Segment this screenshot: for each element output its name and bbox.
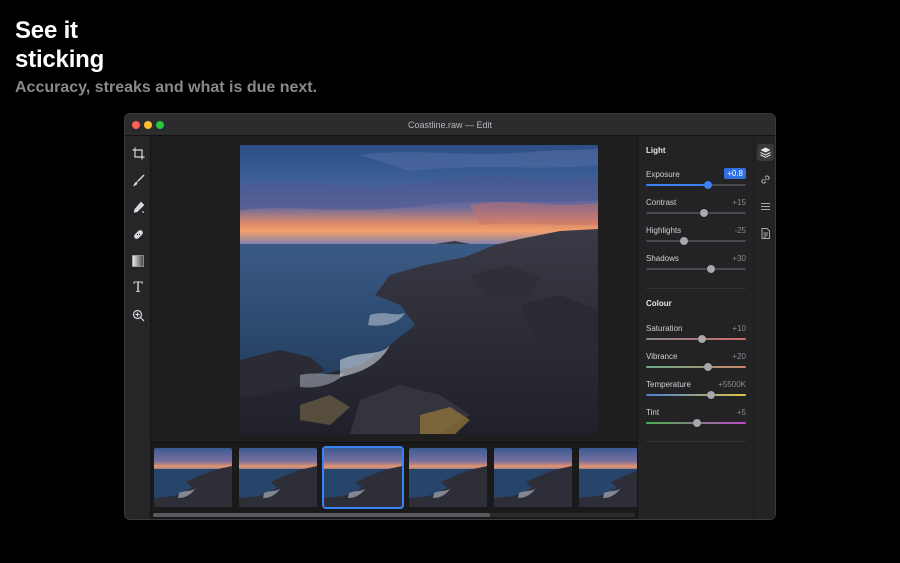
adjustment-label: Shadows xyxy=(646,254,679,263)
filmstrip-thumbnail[interactable] xyxy=(494,448,572,507)
tool-sidebar: T xyxy=(125,136,151,519)
adjustment-saturation: Saturation +10 xyxy=(646,324,746,346)
adjustment-label: Vibrance xyxy=(646,352,678,361)
slider-knob[interactable] xyxy=(704,363,712,371)
slider-knob[interactable] xyxy=(693,419,701,427)
hero-subtitle: Accuracy, streaks and what is due next. xyxy=(15,79,318,96)
eyedropper-icon[interactable] xyxy=(130,199,146,215)
brush-icon[interactable] xyxy=(130,172,146,188)
text-tool-icon[interactable]: T xyxy=(130,280,146,296)
crop-icon[interactable] xyxy=(130,145,146,161)
slider-knob[interactable] xyxy=(707,265,715,273)
adjustments-panel: Light Exposure +0.8 Contrast +15 Highlights -… xyxy=(637,136,753,519)
adjustment-slider[interactable] xyxy=(646,363,746,371)
maximize-window-button[interactable] xyxy=(156,121,164,129)
slider-fill xyxy=(646,184,708,186)
adjustment-slider[interactable] xyxy=(646,335,746,343)
adjustment-slider[interactable] xyxy=(646,209,746,217)
adjustment-label: Saturation xyxy=(646,324,683,333)
adjustment-value[interactable]: +0.8 xyxy=(724,168,746,179)
adjustment-slider[interactable] xyxy=(646,237,746,245)
adjustment-value: +15 xyxy=(732,198,746,207)
minimize-window-button[interactable] xyxy=(144,121,152,129)
slider-knob[interactable] xyxy=(704,181,712,189)
light-section-title: Light xyxy=(646,146,666,155)
slider-knob[interactable] xyxy=(707,391,715,399)
canvas-area[interactable] xyxy=(151,136,637,442)
colour-section-title: Colour xyxy=(646,299,672,308)
document-icon[interactable] xyxy=(757,225,774,242)
filmstrip-thumbnail[interactable] xyxy=(322,446,404,509)
window-title: Coastline.raw — Edit xyxy=(407,119,493,130)
adjustment-exposure: Exposure +0.8 xyxy=(646,168,746,192)
adjustment-value: +5500K xyxy=(718,380,746,389)
adjustment-value: +30 xyxy=(732,254,746,263)
adjustment-label: Highlights xyxy=(646,226,682,235)
adjustment-temperature: Temperature +5500K xyxy=(646,380,746,402)
hero-title: See it sticking xyxy=(15,17,105,73)
adjustment-label: Contrast xyxy=(646,198,677,207)
adjustment-value: -25 xyxy=(734,226,746,235)
adjustment-value: +20 xyxy=(732,352,746,361)
title-bar[interactable]: Coastline.raw — Edit xyxy=(125,114,775,136)
adjustment-slider[interactable] xyxy=(646,181,746,189)
adjustment-slider[interactable] xyxy=(646,265,746,273)
slider-knob[interactable] xyxy=(680,237,688,245)
filmstrip-scrollbar[interactable] xyxy=(153,513,635,517)
layers-icon[interactable] xyxy=(757,144,774,161)
adjustment-tint: Tint +5 xyxy=(646,408,746,430)
section-divider xyxy=(646,288,746,289)
slider-knob[interactable] xyxy=(700,209,708,217)
adjustment-label: Exposure xyxy=(646,170,680,179)
editor-window: Coastline.raw — Edit T Light Exposure +0… xyxy=(124,113,776,520)
adjustment-label: Temperature xyxy=(646,380,691,389)
close-window-button[interactable] xyxy=(132,121,140,129)
healing-icon[interactable] xyxy=(130,226,146,242)
adjustment-value: +5 xyxy=(736,408,746,417)
zoom-icon[interactable] xyxy=(130,307,146,323)
filmstrip-scrollbar-thumb[interactable] xyxy=(153,513,491,517)
adjustment-vibrance: Vibrance +20 xyxy=(646,352,746,374)
adjustment-shadows: Shadows +30 xyxy=(646,254,746,276)
filmstrip[interactable] xyxy=(151,442,657,519)
adjustment-slider[interactable] xyxy=(646,419,746,427)
panel-rail xyxy=(753,136,775,519)
adjustment-value: +10 xyxy=(732,324,746,333)
adjustment-highlights: Highlights -25 xyxy=(646,226,746,248)
filmstrip-thumbnail[interactable] xyxy=(154,448,232,507)
link-icon[interactable] xyxy=(757,171,774,188)
adjustment-label: Tint xyxy=(646,408,660,417)
adjustment-slider[interactable] xyxy=(646,391,746,399)
filmstrip-thumbnail[interactable] xyxy=(409,448,487,507)
filmstrip-thumbnail[interactable] xyxy=(239,448,317,507)
photo-preview[interactable] xyxy=(240,145,598,434)
list-icon[interactable] xyxy=(757,198,774,215)
slider-knob[interactable] xyxy=(698,335,706,343)
section-divider xyxy=(646,441,746,442)
gradient-icon[interactable] xyxy=(130,253,146,269)
adjustment-contrast: Contrast +15 xyxy=(646,198,746,220)
